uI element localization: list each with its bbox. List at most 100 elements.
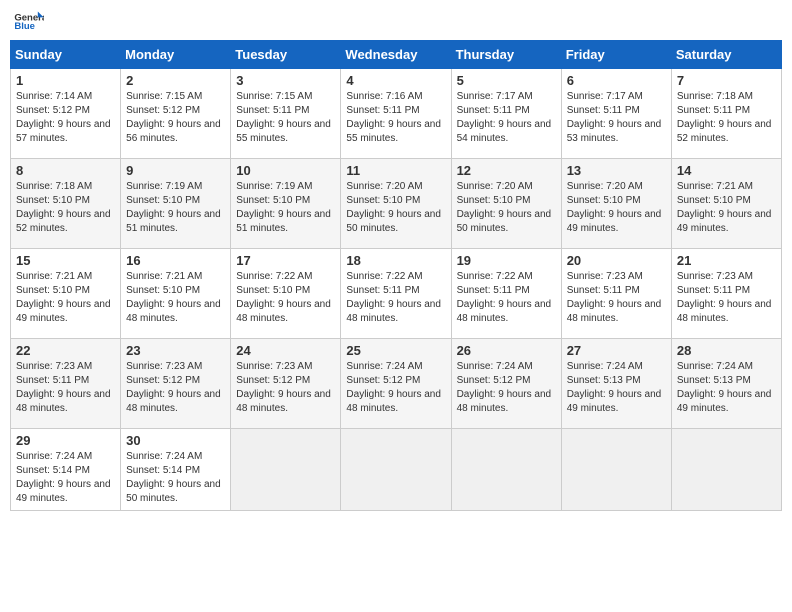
calendar-cell: 12 Sunrise: 7:20 AMSunset: 5:10 PMDayligh… <box>451 159 561 249</box>
day-info: Sunrise: 7:17 AMSunset: 5:11 PMDaylight:… <box>457 90 556 146</box>
calendar-week-row: 29 Sunrise: 7:24 AMSunset: 5:14 PMDayligh… <box>11 429 782 511</box>
day-info: Sunrise: 7:23 AMSunset: 5:11 PMDaylight:… <box>677 270 776 326</box>
calendar-cell: 13 Sunrise: 7:20 AMSunset: 5:10 PMDayligh… <box>561 159 671 249</box>
day-number: 25 <box>346 343 445 358</box>
day-number: 13 <box>567 163 666 178</box>
calendar-cell: 23 Sunrise: 7:23 AMSunset: 5:12 PMDayligh… <box>121 339 231 429</box>
day-number: 29 <box>16 433 115 448</box>
day-number: 20 <box>567 253 666 268</box>
day-info: Sunrise: 7:23 AMSunset: 5:12 PMDaylight:… <box>236 360 335 416</box>
calendar-table: SundayMondayTuesdayWednesdayThursdayFrid… <box>10 40 782 511</box>
day-info: Sunrise: 7:15 AMSunset: 5:11 PMDaylight:… <box>236 90 335 146</box>
calendar-cell: 8 Sunrise: 7:18 AMSunset: 5:10 PMDaylight… <box>11 159 121 249</box>
day-info: Sunrise: 7:15 AMSunset: 5:12 PMDaylight:… <box>126 90 225 146</box>
day-number: 30 <box>126 433 225 448</box>
day-number: 8 <box>16 163 115 178</box>
day-info: Sunrise: 7:20 AMSunset: 5:10 PMDaylight:… <box>567 180 666 236</box>
day-info: Sunrise: 7:24 AMSunset: 5:13 PMDaylight:… <box>567 360 666 416</box>
day-info: Sunrise: 7:16 AMSunset: 5:11 PMDaylight:… <box>346 90 445 146</box>
calendar-cell: 9 Sunrise: 7:19 AMSunset: 5:10 PMDaylight… <box>121 159 231 249</box>
weekday-header-friday: Friday <box>561 41 671 69</box>
day-number: 2 <box>126 73 225 88</box>
weekday-header-sunday: Sunday <box>11 41 121 69</box>
day-number: 11 <box>346 163 445 178</box>
calendar-cell: 19 Sunrise: 7:22 AMSunset: 5:11 PMDayligh… <box>451 249 561 339</box>
day-number: 26 <box>457 343 556 358</box>
weekday-header-thursday: Thursday <box>451 41 561 69</box>
day-info: Sunrise: 7:21 AMSunset: 5:10 PMDaylight:… <box>126 270 225 326</box>
calendar-week-row: 1 Sunrise: 7:14 AMSunset: 5:12 PMDaylight… <box>11 69 782 159</box>
weekday-header-wednesday: Wednesday <box>341 41 451 69</box>
day-info: Sunrise: 7:23 AMSunset: 5:11 PMDaylight:… <box>567 270 666 326</box>
day-number: 4 <box>346 73 445 88</box>
day-info: Sunrise: 7:20 AMSunset: 5:10 PMDaylight:… <box>457 180 556 236</box>
day-info: Sunrise: 7:22 AMSunset: 5:11 PMDaylight:… <box>457 270 556 326</box>
calendar-body: 1 Sunrise: 7:14 AMSunset: 5:12 PMDaylight… <box>11 69 782 511</box>
calendar-cell: 14Sunrise: 7:21 AMSunset: 5:10 PMDayligh… <box>671 159 781 249</box>
calendar-cell <box>341 429 451 511</box>
day-number: 6 <box>567 73 666 88</box>
day-info: Sunrise: 7:24 AMSunset: 5:12 PMDaylight:… <box>346 360 445 416</box>
calendar-cell: 15 Sunrise: 7:21 AMSunset: 5:10 PMDayligh… <box>11 249 121 339</box>
calendar-cell: 16 Sunrise: 7:21 AMSunset: 5:10 PMDayligh… <box>121 249 231 339</box>
calendar-cell: 27 Sunrise: 7:24 AMSunset: 5:13 PMDayligh… <box>561 339 671 429</box>
weekday-header-tuesday: Tuesday <box>231 41 341 69</box>
day-number: 1 <box>16 73 115 88</box>
calendar-cell: 2 Sunrise: 7:15 AMSunset: 5:12 PMDaylight… <box>121 69 231 159</box>
calendar-cell <box>671 429 781 511</box>
day-info: Sunrise: 7:24 AMSunset: 5:13 PMDaylight:… <box>677 360 776 416</box>
calendar-cell: 22Sunrise: 7:23 AMSunset: 5:11 PMDayligh… <box>11 339 121 429</box>
day-info: Sunrise: 7:22 AMSunset: 5:11 PMDaylight:… <box>346 270 445 326</box>
day-info: Sunrise: 7:17 AMSunset: 5:11 PMDaylight:… <box>567 90 666 146</box>
calendar-cell <box>231 429 341 511</box>
calendar-cell: 26Sunrise: 7:24 AMSunset: 5:12 PMDayligh… <box>451 339 561 429</box>
day-number: 10 <box>236 163 335 178</box>
day-number: 3 <box>236 73 335 88</box>
day-number: 28 <box>677 343 776 358</box>
calendar-week-row: 8 Sunrise: 7:18 AMSunset: 5:10 PMDaylight… <box>11 159 782 249</box>
day-number: 15 <box>16 253 115 268</box>
day-info: Sunrise: 7:19 AMSunset: 5:10 PMDaylight:… <box>126 180 225 236</box>
calendar-cell: 4 Sunrise: 7:16 AMSunset: 5:11 PMDaylight… <box>341 69 451 159</box>
calendar-week-row: 22Sunrise: 7:23 AMSunset: 5:11 PMDayligh… <box>11 339 782 429</box>
day-info: Sunrise: 7:19 AMSunset: 5:10 PMDaylight:… <box>236 180 335 236</box>
day-info: Sunrise: 7:23 AMSunset: 5:11 PMDaylight:… <box>16 360 115 416</box>
weekday-row: SundayMondayTuesdayWednesdayThursdayFrid… <box>11 41 782 69</box>
day-number: 5 <box>457 73 556 88</box>
day-number: 12 <box>457 163 556 178</box>
calendar-cell: 24 Sunrise: 7:23 AMSunset: 5:12 PMDayligh… <box>231 339 341 429</box>
day-info: Sunrise: 7:20 AMSunset: 5:10 PMDaylight:… <box>346 180 445 236</box>
day-info: Sunrise: 7:14 AMSunset: 5:12 PMDaylight:… <box>16 90 115 146</box>
day-number: 16 <box>126 253 225 268</box>
day-number: 18 <box>346 253 445 268</box>
day-number: 9 <box>126 163 225 178</box>
day-info: Sunrise: 7:22 AMSunset: 5:10 PMDaylight:… <box>236 270 335 326</box>
calendar-cell <box>561 429 671 511</box>
calendar-cell: 30 Sunrise: 7:24 AMSunset: 5:14 PMDayligh… <box>121 429 231 511</box>
day-info: Sunrise: 7:18 AMSunset: 5:10 PMDaylight:… <box>16 180 115 236</box>
header: General Blue <box>10 10 782 32</box>
calendar-cell: 6 Sunrise: 7:17 AMSunset: 5:11 PMDaylight… <box>561 69 671 159</box>
day-info: Sunrise: 7:21 AMSunset: 5:10 PMDaylight:… <box>16 270 115 326</box>
day-number: 17 <box>236 253 335 268</box>
weekday-header-monday: Monday <box>121 41 231 69</box>
day-info: Sunrise: 7:18 AMSunset: 5:11 PMDaylight:… <box>677 90 776 146</box>
calendar-cell: 25 Sunrise: 7:24 AMSunset: 5:12 PMDayligh… <box>341 339 451 429</box>
day-number: 19 <box>457 253 556 268</box>
calendar-cell: 11 Sunrise: 7:20 AMSunset: 5:10 PMDayligh… <box>341 159 451 249</box>
calendar-week-row: 15 Sunrise: 7:21 AMSunset: 5:10 PMDayligh… <box>11 249 782 339</box>
svg-text:Blue: Blue <box>14 21 35 32</box>
day-info: Sunrise: 7:23 AMSunset: 5:12 PMDaylight:… <box>126 360 225 416</box>
day-number: 24 <box>236 343 335 358</box>
calendar-cell: 5 Sunrise: 7:17 AMSunset: 5:11 PMDaylight… <box>451 69 561 159</box>
day-number: 21 <box>677 253 776 268</box>
day-number: 7 <box>677 73 776 88</box>
day-info: Sunrise: 7:24 AMSunset: 5:14 PMDaylight:… <box>126 450 225 506</box>
day-number: 23 <box>126 343 225 358</box>
weekday-header-saturday: Saturday <box>671 41 781 69</box>
logo: General Blue <box>14 10 44 32</box>
calendar-header: SundayMondayTuesdayWednesdayThursdayFrid… <box>11 41 782 69</box>
calendar-cell: 10 Sunrise: 7:19 AMSunset: 5:10 PMDayligh… <box>231 159 341 249</box>
calendar-cell: 3 Sunrise: 7:15 AMSunset: 5:11 PMDaylight… <box>231 69 341 159</box>
day-number: 27 <box>567 343 666 358</box>
